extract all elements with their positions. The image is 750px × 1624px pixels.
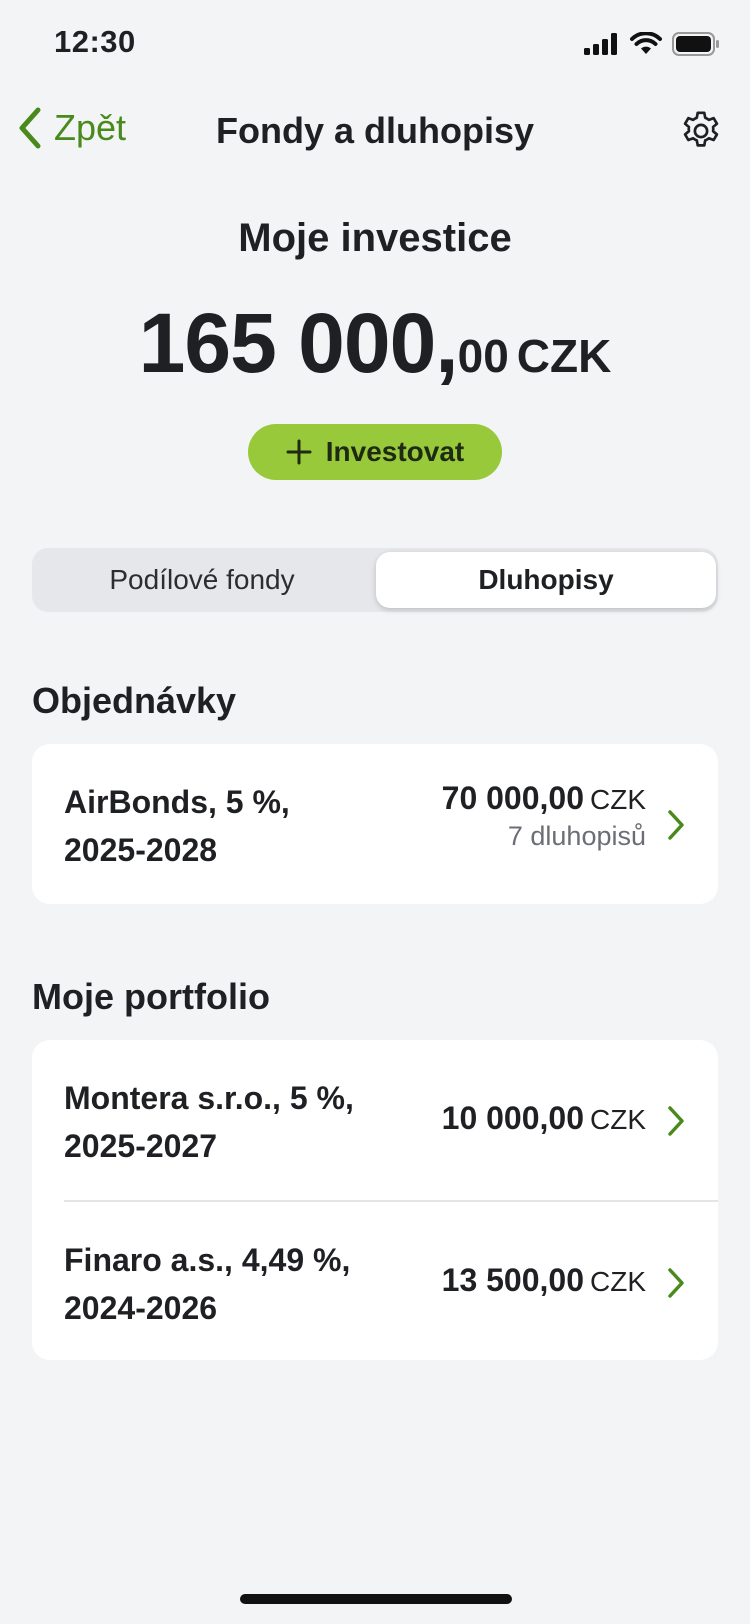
tab-podilove-fondy[interactable]: Podílové fondy <box>32 548 372 612</box>
page-title: Fondy a dluhopisy <box>215 110 534 151</box>
segmented-control: Podílové fondy Dluhopisy <box>32 548 718 612</box>
portfolio-name-line1: Montera s.r.o., 5 %, <box>64 1080 354 1116</box>
portfolio-amount-line: 13 500,00 CZK <box>442 1262 646 1299</box>
order-name-line1: AirBonds, 5 %, <box>64 784 290 820</box>
gear-icon <box>683 111 719 147</box>
chevron-right-icon <box>668 1106 684 1136</box>
portfolio-name-line2: 2025-2027 <box>64 1128 218 1164</box>
nav-bar: Zpět Fondy a dluhopisy <box>0 96 750 166</box>
order-amount: 70 000,00 <box>441 780 584 816</box>
status-bar: 12:30 <box>0 0 750 88</box>
home-indicator <box>240 1594 512 1604</box>
amount-integer: 165 000, <box>138 296 459 390</box>
order-currency: CZK <box>590 784 646 815</box>
portfolio-value: 13 500,00 CZK <box>442 1262 646 1299</box>
settings-button[interactable] <box>678 108 724 159</box>
summary-title: Moje investice <box>238 216 512 260</box>
portfolio-name-line1: Finaro a.s., 4,49 %, <box>64 1242 351 1278</box>
invest-button[interactable]: Investovat <box>248 424 502 480</box>
status-icons <box>584 32 720 56</box>
portfolio-card: Montera s.r.o., 5 %, 2025-2027 10 000,00… <box>32 1040 718 1360</box>
portfolio-currency: CZK <box>590 1266 646 1297</box>
chevron-right-icon <box>668 810 684 840</box>
amount-currency: CZK <box>516 330 612 382</box>
portfolio-amount: 13 500,00 <box>441 1262 584 1298</box>
order-quantity: 7 dluhopisů <box>507 821 646 851</box>
wifi-icon <box>630 32 662 54</box>
invest-label: Investovat <box>325 436 465 467</box>
portfolio-name-line2: 2024-2026 <box>64 1290 218 1326</box>
portfolio-section-title: Moje portfolio <box>32 976 270 1017</box>
tab-dluhopisy[interactable]: Dluhopisy <box>376 552 716 608</box>
portfolio-row[interactable]: Montera s.r.o., 5 %, 2025-2027 10 000,00… <box>32 1040 718 1200</box>
status-time: 12:30 <box>54 24 136 59</box>
order-value: 70 000,00 CZK 7 dluhopisů <box>442 780 646 852</box>
portfolio-row[interactable]: Finaro a.s., 4,49 %, 2024-2026 13 500,00… <box>64 1200 718 1360</box>
order-name-line2: 2025-2028 <box>64 832 218 868</box>
orders-section-title: Objednávky <box>32 680 237 721</box>
portfolio-name: Finaro a.s., 4,49 %, 2024-2026 <box>64 1236 404 1332</box>
portfolio-amount-line: 10 000,00 CZK <box>442 1100 646 1137</box>
plus-icon <box>286 439 312 465</box>
chevron-right-icon <box>668 1268 684 1298</box>
portfolio-currency: CZK <box>590 1104 646 1135</box>
order-name: AirBonds, 5 %, 2025-2028 <box>64 778 404 874</box>
portfolio-amount: 10 000,00 <box>441 1100 584 1136</box>
amount-decimal: 00 <box>457 330 509 382</box>
order-amount-line: 70 000,00 CZK <box>442 780 646 817</box>
orders-card: AirBonds, 5 %, 2025-2028 70 000,00 CZK 7 … <box>32 744 718 904</box>
signal-icon <box>584 33 617 55</box>
battery-icon <box>672 32 719 56</box>
total-amount: 165 000,00 CZK <box>0 295 750 392</box>
portfolio-value: 10 000,00 CZK <box>442 1100 646 1137</box>
portfolio-name: Montera s.r.o., 5 %, 2025-2027 <box>64 1074 404 1170</box>
order-row[interactable]: AirBonds, 5 %, 2025-2028 70 000,00 CZK 7 … <box>32 744 718 904</box>
